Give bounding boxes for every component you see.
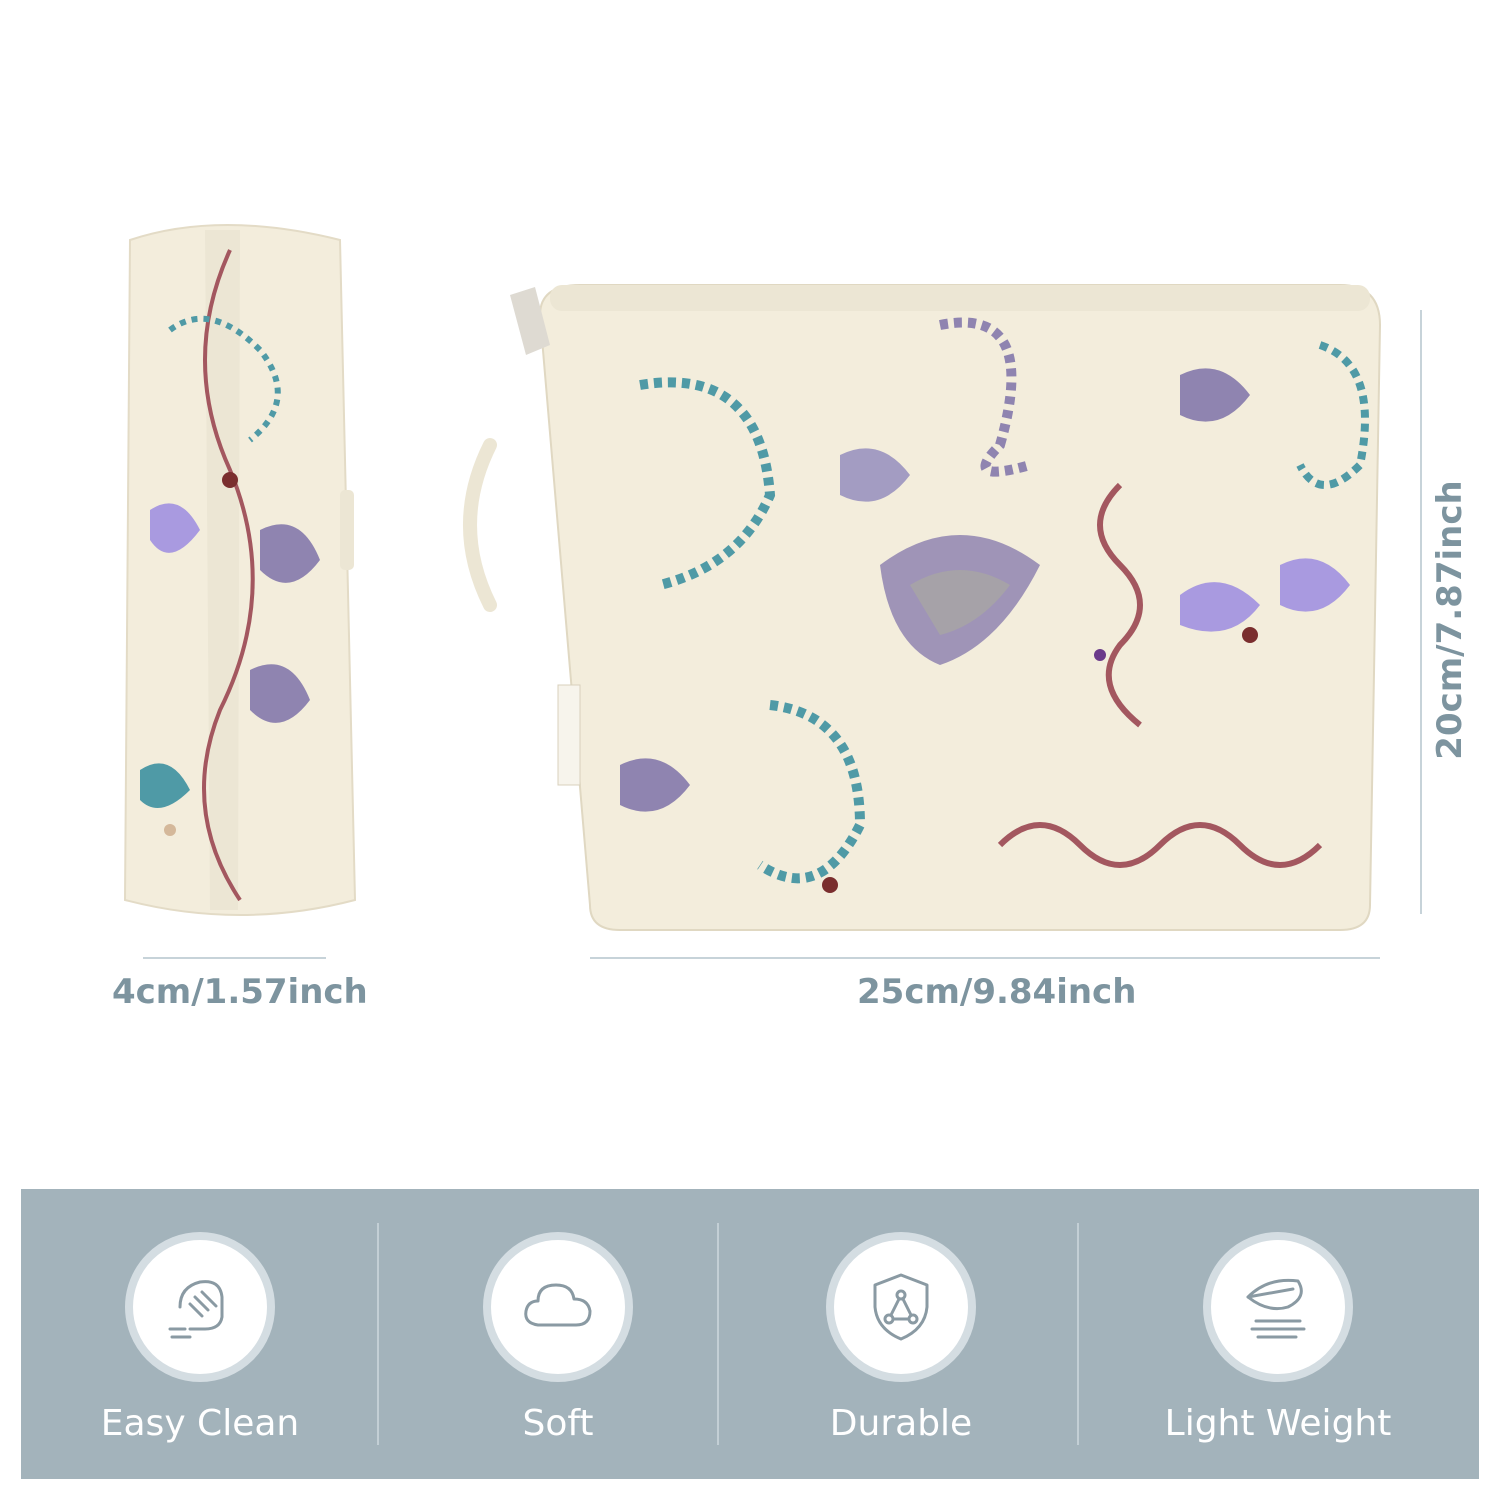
feature-divider — [717, 1223, 719, 1445]
feature-divider — [377, 1223, 379, 1445]
pouch-front-view — [440, 265, 1400, 945]
cloud-icon — [483, 1232, 633, 1382]
feature-label: Light Weight — [1164, 1403, 1392, 1444]
shield-icon — [826, 1232, 976, 1382]
height-dimension-line — [1420, 310, 1422, 914]
features-panel: Easy Clean Soft Durable Light Weight — [21, 1189, 1479, 1479]
pouch-side-view — [110, 210, 360, 930]
height-label: 20cm/7.87inch — [1430, 480, 1470, 760]
pouch-side-illustration — [123, 224, 357, 916]
feature-label: Easy Clean — [100, 1403, 300, 1444]
width-label: 25cm/9.84inch — [857, 972, 1137, 1012]
feature-label: Soft — [522, 1403, 594, 1444]
feather-icon — [1203, 1232, 1353, 1382]
depth-dimension-line — [143, 957, 326, 959]
depth-label: 4cm/1.57inch — [112, 972, 368, 1012]
width-dimension-line — [590, 957, 1380, 959]
feature-label: Durable — [829, 1403, 973, 1444]
feature-divider — [1077, 1223, 1079, 1445]
feature-durable: Durable — [751, 1189, 1051, 1479]
feature-light-weight: Light Weight — [1128, 1189, 1428, 1479]
feature-easy-clean: Easy Clean — [50, 1189, 350, 1479]
hand-wiping-icon — [125, 1232, 275, 1382]
feature-soft: Soft — [408, 1189, 708, 1479]
pouch-front-illustration — [463, 284, 1382, 931]
